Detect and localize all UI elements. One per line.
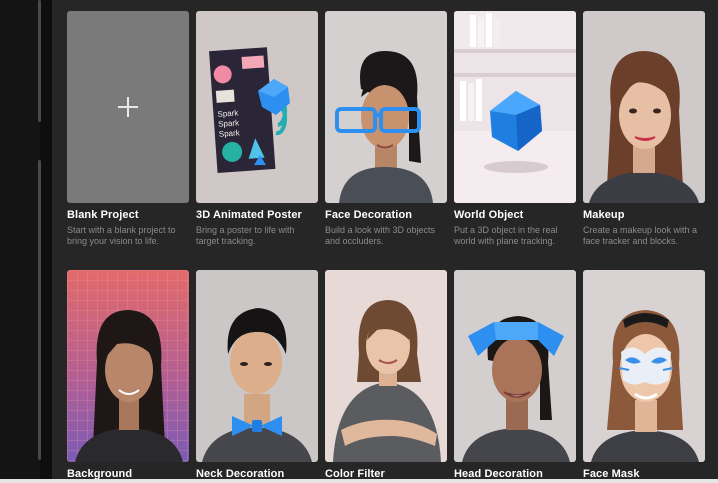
color-filter-photo: [325, 270, 447, 462]
template-gallery: Blank Project Start with a blank project…: [52, 0, 718, 483]
template-thumbnail[interactable]: [583, 11, 705, 203]
template-title: Face Decoration: [325, 209, 413, 221]
template-thumbnail[interactable]: [454, 270, 576, 462]
template-thumbnail[interactable]: [325, 11, 447, 203]
template-thumbnail[interactable]: [196, 270, 318, 462]
bottom-bar: [0, 479, 718, 483]
template-description: Bring a poster to life with target track…: [196, 225, 295, 246]
template-thumbnail[interactable]: [325, 270, 447, 462]
face-mask-photo: [583, 270, 705, 462]
template-thumbnail[interactable]: [67, 270, 189, 462]
template-title: World Object: [454, 209, 524, 221]
head-decoration-photo: [454, 270, 576, 462]
poster-text: Spark: [217, 108, 239, 119]
world-object-photo: [454, 11, 576, 203]
background-photo: [67, 270, 189, 462]
template-thumbnail[interactable]: [67, 11, 189, 203]
poster-image: Spark Spark Spark: [196, 11, 318, 203]
template-description: Put a 3D object in the real world with p…: [454, 225, 558, 246]
template-title: Makeup: [583, 209, 625, 221]
left-scrollbar-upper[interactable]: [38, 0, 41, 122]
left-panel: [0, 0, 40, 483]
poster-text: Spark: [218, 118, 240, 129]
template-title: Blank Project: [67, 209, 139, 221]
left-scrollbar-lower[interactable]: [38, 160, 41, 460]
plus-icon: [116, 95, 140, 119]
face-decoration-photo: [325, 11, 447, 203]
template-thumbnail[interactable]: [454, 11, 576, 203]
template-thumbnail[interactable]: [583, 270, 705, 462]
template-description: Create a makeup look with a face tracker…: [583, 225, 698, 246]
template-description: Start with a blank project to bring your…: [67, 225, 176, 246]
template-description: Build a look with 3D objects and occlude…: [325, 225, 436, 246]
poster-text: Spark: [219, 128, 241, 139]
makeup-photo: [583, 11, 705, 203]
neck-decoration-photo: [196, 270, 318, 462]
template-thumbnail[interactable]: Spark Spark Spark: [196, 11, 318, 203]
template-title: 3D Animated Poster: [196, 209, 302, 221]
